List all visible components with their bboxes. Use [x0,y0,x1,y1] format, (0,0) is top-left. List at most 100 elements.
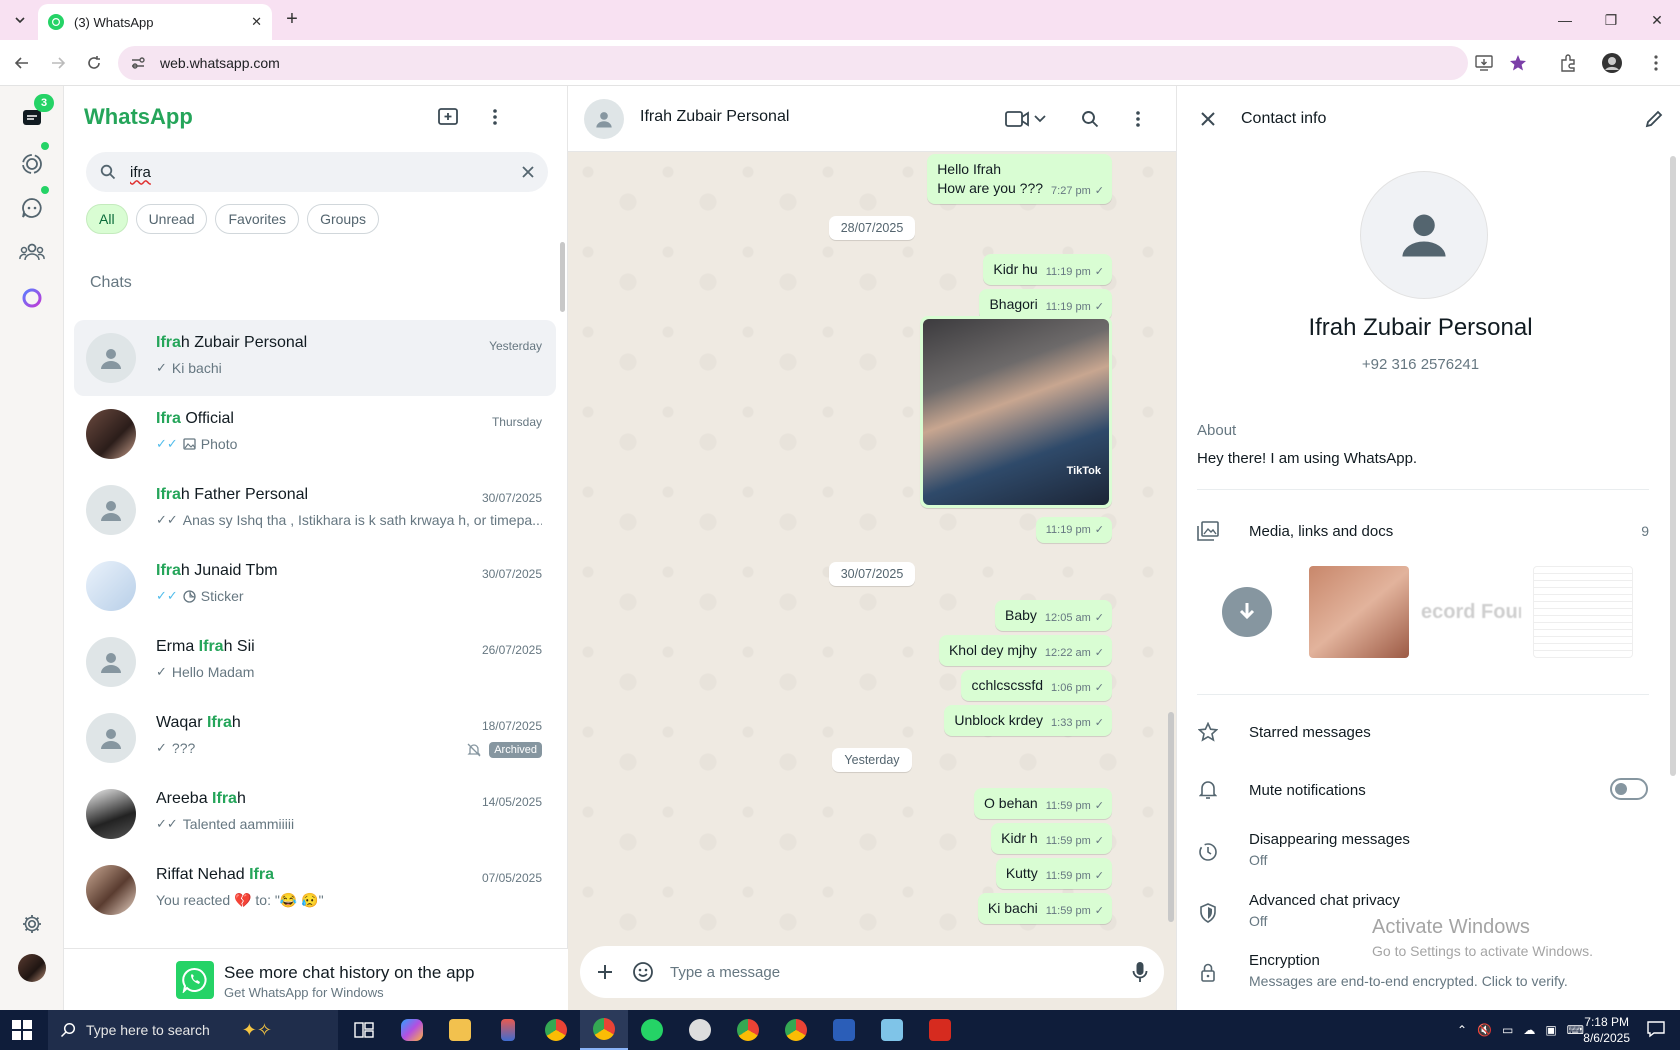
chat-list-menu-icon[interactable] [482,104,508,130]
channels-icon[interactable] [16,192,48,224]
volume-muted-icon[interactable]: 🔇 [1477,1023,1492,1037]
browser-tab-whatsapp[interactable]: (3) WhatsApp ✕ [38,4,272,40]
omnibox[interactable]: web.whatsapp.com [118,46,1468,80]
message-bubble[interactable]: Kutty 11:59 pm ✓ [995,858,1112,889]
contact-large-avatar[interactable] [1360,171,1488,299]
chrome-icon[interactable] [532,1010,580,1050]
contact-info-scrollbar[interactable] [1670,156,1676,776]
tray-chevron-icon[interactable]: ⌃ [1457,1023,1467,1037]
search-input[interactable]: ifra [130,164,522,181]
message-bubble[interactable]: Hello Ifrah How are you ??? 7:27 pm ✓ [927,154,1112,204]
chat-row[interactable]: Ifra Official Thursday ✓✓ Photo [74,396,556,472]
filter-all[interactable]: All [86,204,128,234]
network-icon[interactable]: ▣ [1545,1023,1556,1037]
message-bubble[interactable]: Baby 12:05 am ✓ [994,600,1112,631]
filter-favorites[interactable]: Favorites [215,204,300,234]
bookmark-star-icon[interactable] [1506,51,1530,75]
taskbar-search-box[interactable]: Type here to search ✦✧ [48,1010,338,1050]
input-method-icon[interactable]: ⌨ [1567,1023,1584,1037]
window-close-icon[interactable]: ✕ [1634,6,1680,34]
sticker-emoji-icon[interactable] [632,961,654,983]
acrobat-icon[interactable] [916,1010,964,1050]
whatsapp-taskbar-icon[interactable] [628,1010,676,1050]
message-input[interactable]: Type a message [670,964,1132,981]
disappearing-messages-row[interactable]: Disappearing messages Off [1197,831,1649,868]
weather-icon[interactable]: ☁ [1523,1023,1535,1037]
attach-plus-icon[interactable] [596,963,614,981]
microphone-icon[interactable] [1132,961,1148,983]
chat-row[interactable]: Ifrah Junaid Tbm 30/07/2025 ✓✓ Sticker [74,548,556,624]
taskbar-clock[interactable]: 7:18 PM 8/6/2025 [1583,1014,1630,1046]
tab-close-icon[interactable]: ✕ [251,14,262,30]
extensions-icon[interactable] [1556,51,1580,75]
video-call-button[interactable] [1004,105,1050,133]
message-bubble[interactable]: Kidr h 11:59 pm ✓ [991,823,1112,854]
message-bubble[interactable]: O behan 11:59 pm ✓ [974,788,1112,819]
chat-row[interactable]: Ifrah Zubair Personal Yesterday ✓ Ki bach… [74,320,556,396]
chat-row[interactable]: Areeba Ifrah 14/05/2025 ✓✓ Talented aammi… [74,776,556,852]
word-icon[interactable] [820,1010,868,1050]
mute-notifications-row[interactable]: Mute notifications [1197,779,1649,801]
media-thumb-image[interactable]: ecord Foun [1421,566,1521,658]
copilot-icon[interactable] [388,1010,436,1050]
message-bubble[interactable]: Unblock krdey 1:33 pm ✓ [944,705,1112,736]
new-chat-icon[interactable] [435,104,461,130]
status-icon[interactable] [16,148,48,180]
filter-groups[interactable]: Groups [307,204,379,234]
task-view-icon[interactable] [340,1010,388,1050]
profile-icon[interactable] [1600,51,1624,75]
chat-row[interactable]: Riffat Nehad Ifra 07/05/2025 You reacted… [74,852,556,928]
media-thumb-download[interactable] [1197,566,1297,658]
clear-search-icon[interactable] [522,166,534,178]
install-app-icon[interactable] [1472,51,1496,75]
mute-toggle[interactable] [1610,778,1648,800]
search-in-chat-icon[interactable] [1078,105,1102,133]
notepad-icon[interactable] [868,1010,916,1050]
tab-search-icon[interactable] [10,10,30,30]
my-profile-avatar[interactable] [16,952,48,984]
message-bubble[interactable]: Khol dey mjhy 12:22 am ✓ [938,635,1112,666]
message-scrollbar[interactable] [1168,712,1174,922]
conversation-menu-icon[interactable] [1130,105,1146,133]
chrome-profile2-icon[interactable] [772,1010,820,1050]
filter-unread[interactable]: Unread [135,204,208,234]
video-thumbnail[interactable]: TikTok [923,319,1109,505]
starred-messages-row[interactable]: Starred messages [1197,721,1649,743]
conversation-contact-name[interactable]: Ifrah Zubair Personal [640,108,789,126]
minimize-icon[interactable]: — [1542,6,1588,34]
notification-icon[interactable] [1646,1020,1668,1040]
edit-pencil-icon[interactable] [1643,108,1665,130]
chrome-profile-icon[interactable] [724,1010,772,1050]
site-settings-icon[interactable] [130,55,146,71]
contact-avatar-icon[interactable] [584,99,624,139]
close-contact-info-icon[interactable] [1197,108,1219,130]
media-links-docs-row[interactable]: Media, links and docs 9 [1197,520,1649,542]
meta-ai-icon[interactable] [16,282,48,314]
restore-icon[interactable]: ❐ [1588,6,1634,34]
chat-search-box[interactable]: ifra [86,152,548,192]
back-icon[interactable] [10,51,34,75]
chat-row[interactable]: Waqar Ifrah 18/07/2025 ✓??? Archived [74,700,556,776]
message-bubble[interactable]: Ki bachi 11:59 pm ✓ [977,893,1112,924]
communities-icon[interactable] [16,236,48,268]
chat-row[interactable]: Ifrah Father Personal 30/07/2025 ✓✓ Anas … [74,472,556,548]
message-bubble[interactable]: Kidr hu 11:19 pm ✓ [983,254,1112,285]
app-pin-icon[interactable] [484,1010,532,1050]
settings-gear-icon[interactable] [16,908,48,940]
compose-box[interactable]: Type a message [580,946,1164,998]
new-tab-icon[interactable]: + [280,8,304,32]
conversation-header[interactable]: Ifrah Zubair Personal [568,86,1176,152]
media-thumb-ring-photo[interactable] [1309,566,1409,658]
chat-list-scrollbar[interactable] [560,242,565,312]
file-explorer-icon[interactable] [436,1010,484,1050]
browser-menu-icon[interactable] [1644,51,1668,75]
reload-icon[interactable] [82,51,106,75]
media-thumb-document[interactable] [1533,566,1633,658]
windows-start-icon[interactable] [12,1020,32,1040]
forward-icon[interactable] [46,51,70,75]
battery-icon[interactable]: ▭ [1502,1023,1513,1037]
media-message[interactable]: TikTok [920,316,1112,508]
chat-row[interactable]: Erma Ifrah Sii 26/07/2025 ✓ Hello Madam [74,624,556,700]
message-bubble[interactable]: cchlcscssfd 1:06 pm ✓ [961,670,1112,701]
clock-app-icon[interactable] [676,1010,724,1050]
